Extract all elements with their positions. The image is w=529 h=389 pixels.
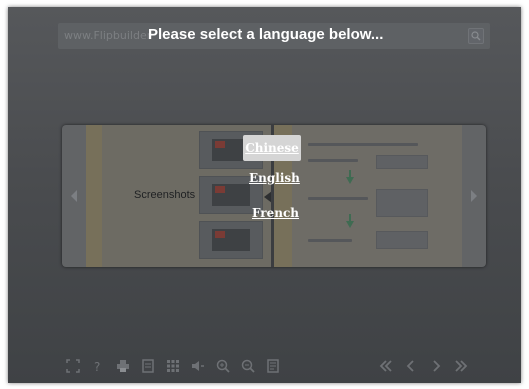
page-edge-strip [86, 125, 102, 267]
flipbook-viewer: www.Flipbuilder Please select a language… [8, 7, 521, 383]
bookmark-icon[interactable] [265, 358, 281, 374]
doc-title-line [308, 143, 418, 146]
doc-screenshot [376, 231, 428, 249]
arrow-down-icon [346, 214, 354, 228]
first-page-icon[interactable] [378, 358, 394, 374]
sound-icon[interactable] [190, 358, 206, 374]
next-page-icon[interactable] [428, 358, 444, 374]
chevron-left-icon [71, 190, 77, 202]
doc-screenshot [376, 155, 428, 169]
search-icon[interactable] [468, 28, 484, 44]
download-icon[interactable] [140, 358, 156, 374]
top-bar: www.Flipbuilder Please select a language… [58, 23, 490, 49]
doc-text-line [308, 159, 358, 162]
chevron-right-icon [471, 190, 477, 202]
language-option-chinese[interactable]: Chinese [243, 135, 301, 161]
previous-page-arrow[interactable] [62, 125, 86, 267]
language-prompt: Please select a language below... [148, 26, 384, 43]
doc-screenshot [376, 189, 428, 217]
print-icon[interactable] [115, 358, 131, 374]
arrow-down-icon [346, 170, 354, 184]
next-page-arrow[interactable] [462, 125, 486, 267]
screenshot-thumbnail [199, 221, 263, 259]
right-page [274, 125, 462, 267]
language-option-french[interactable]: French [252, 206, 299, 220]
doc-text-line [308, 197, 368, 200]
last-page-icon[interactable] [453, 358, 469, 374]
previous-page-icon[interactable] [403, 358, 419, 374]
thumbnails-icon[interactable] [165, 358, 181, 374]
fullscreen-icon[interactable] [65, 358, 81, 374]
help-icon[interactable]: ? [90, 358, 106, 374]
left-page-label: Screenshots [134, 189, 196, 201]
bottom-toolbar: ? [60, 353, 490, 379]
doc-text-line [308, 239, 352, 242]
zoom-in-icon[interactable] [215, 358, 231, 374]
site-logo-text: www.Flipbuilder [64, 29, 152, 42]
zoom-out-icon[interactable] [240, 358, 256, 374]
language-option-english[interactable]: English [249, 171, 300, 185]
svg-text:?: ? [94, 360, 100, 373]
